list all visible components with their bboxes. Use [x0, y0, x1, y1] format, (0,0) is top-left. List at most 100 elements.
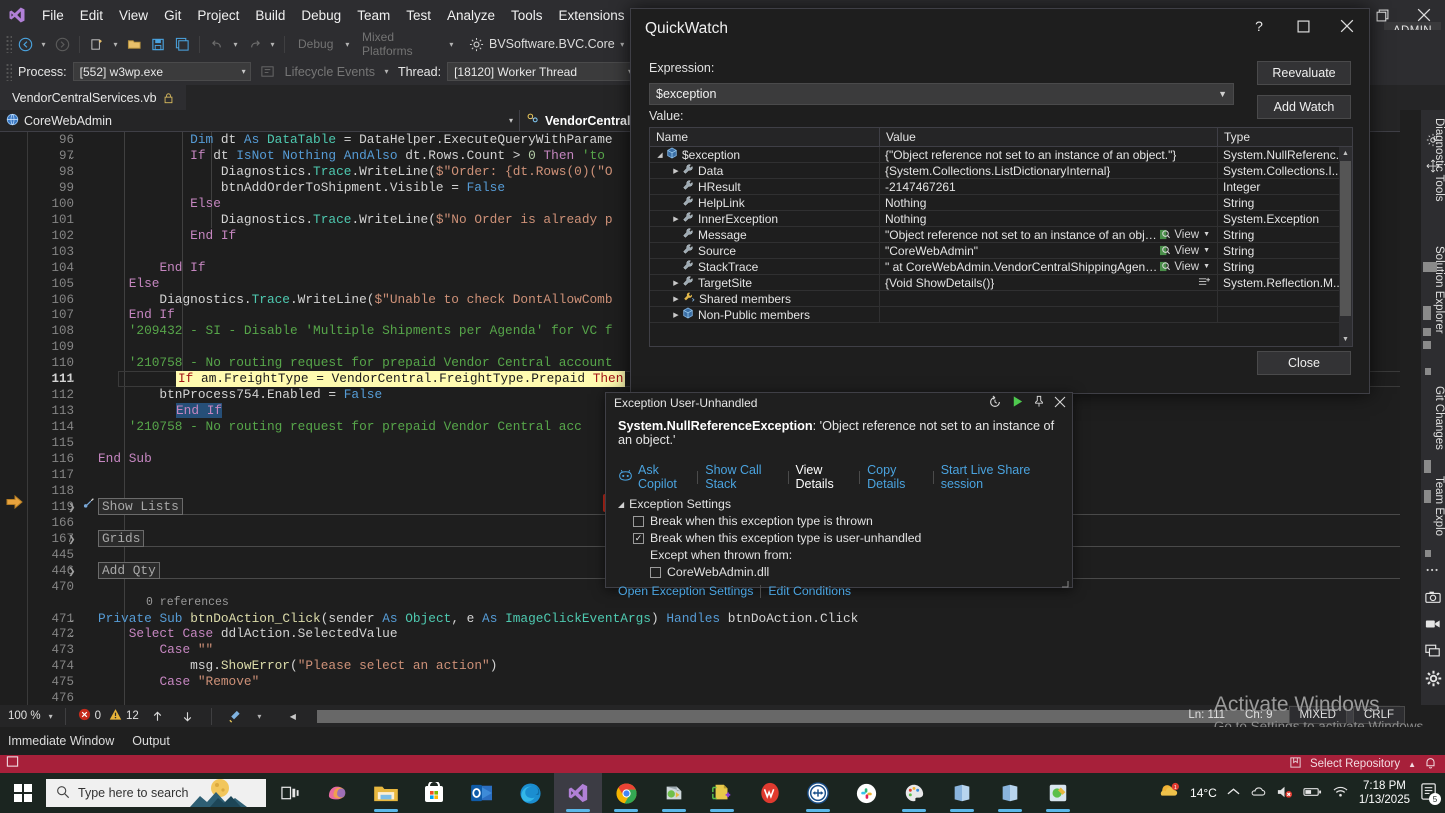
- quickwatch-maximize-icon[interactable]: [1281, 9, 1325, 43]
- grid-cell-name[interactable]: ▶Data: [650, 163, 880, 179]
- code-line[interactable]: msg.ShowError("Please select an action"): [98, 658, 497, 674]
- wifi-icon[interactable]: [1332, 785, 1349, 801]
- grid-cell-value[interactable]: {"Object reference not set to an instanc…: [880, 147, 1218, 163]
- exception-helper-popup[interactable]: Exception User-Unhandled System.NullRefe…: [605, 392, 1073, 588]
- startup-project-dropdown-icon[interactable]: ▾: [617, 40, 628, 49]
- taskbar-app-edge[interactable]: [506, 773, 554, 813]
- grid-row[interactable]: Source"CoreWebAdmin"View▼String: [650, 243, 1352, 259]
- grid-cell-value[interactable]: {System.Collections.ListDictionaryIntern…: [880, 163, 1218, 179]
- column-header-name[interactable]: Name: [650, 128, 880, 146]
- collapsed-region[interactable]: Show Lists: [98, 499, 183, 515]
- code-line[interactable]: Select Case ddlAction.SelectedValue: [98, 626, 398, 642]
- code-line[interactable]: Private Sub btnDoAction_Click(sender As …: [98, 611, 858, 627]
- column-header-value[interactable]: Value: [880, 128, 1218, 146]
- sound-muted-icon[interactable]: [1276, 785, 1293, 802]
- current-statement-line[interactable]: If am.FreightType = VendorCentral.Freigh…: [176, 371, 625, 387]
- back-dropdown-icon[interactable]: ▾: [38, 40, 49, 49]
- code-line[interactable]: Diagnostics.Trace.WriteLine($"Unable to …: [98, 292, 613, 308]
- code-cleanup-dropdown-icon[interactable]: ▾: [254, 712, 265, 721]
- checkbox-row-thrown[interactable]: Break when this exception type is thrown: [618, 514, 1060, 528]
- reevaluate-button[interactable]: Reevaluate: [1257, 61, 1351, 85]
- view-dropdown-icon[interactable]: ▼: [1203, 231, 1210, 238]
- menu-debug[interactable]: Debug: [293, 4, 349, 27]
- notification-center-icon[interactable]: 5: [1420, 782, 1439, 804]
- menu-view[interactable]: View: [111, 4, 156, 27]
- view-dropdown-icon[interactable]: ▼: [1203, 263, 1210, 270]
- code-line[interactable]: End Sub: [98, 451, 152, 467]
- taskbar-app-notepad-plus[interactable]: [698, 773, 746, 813]
- taskbar-app-wordpress[interactable]: [746, 773, 794, 813]
- new-project-icon[interactable]: [86, 33, 108, 55]
- eol-indicator[interactable]: CRLF: [1353, 706, 1405, 724]
- solution-configuration-combo[interactable]: Debug▾: [291, 34, 353, 54]
- grid-cell-type[interactable]: System.NullReferenc...: [1218, 147, 1340, 163]
- grid-body[interactable]: ◢$exception{"Object reference not set to…: [650, 147, 1352, 323]
- grid-row[interactable]: Message"Object reference not set to an i…: [650, 227, 1352, 243]
- grid-cell-value[interactable]: Nothing: [880, 195, 1218, 211]
- row-expander-icon[interactable]: ▶: [671, 295, 681, 303]
- process-combo[interactable]: [552] w3wp.exe▾: [73, 62, 251, 81]
- taskbar-app-blue-1[interactable]: [938, 773, 986, 813]
- code-line[interactable]: Case "": [98, 642, 213, 658]
- menu-edit[interactable]: Edit: [72, 4, 111, 27]
- code-line[interactable]: Diagnostics.Trace.WriteLine($"No Order i…: [98, 212, 613, 228]
- code-line[interactable]: End If: [98, 260, 206, 276]
- history-icon[interactable]: [988, 395, 1002, 412]
- bell-icon[interactable]: [1424, 756, 1437, 773]
- exception-close-icon[interactable]: [1054, 396, 1066, 411]
- fold-toggle-icon[interactable]: ⌄: [68, 629, 76, 640]
- expander-icon[interactable]: ◢: [618, 500, 624, 509]
- row-expander-icon[interactable]: ◢: [655, 151, 665, 159]
- toolbar-grip[interactable]: [6, 35, 12, 53]
- encoding-indicator[interactable]: MIXED: [1289, 706, 1347, 724]
- taskbar-app-chrome[interactable]: [602, 773, 650, 813]
- weather-icon[interactable]: 1: [1158, 782, 1180, 805]
- grid-cell-name[interactable]: HResult: [650, 179, 880, 195]
- grid-cell-value[interactable]: [880, 291, 1218, 307]
- quickwatch-dialog[interactable]: QuickWatch ? Expression: $exception ▼ Va…: [630, 8, 1370, 394]
- grid-cell-name[interactable]: ▶Shared members: [650, 291, 880, 307]
- taskbar-app-outlook[interactable]: [458, 773, 506, 813]
- grid-cell-type[interactable]: [1218, 291, 1340, 307]
- fold-toggle-icon[interactable]: ⌄: [68, 374, 76, 385]
- code-line[interactable]: Diagnostics.Trace.WriteLine($"Order: {dt…: [98, 164, 613, 180]
- checkbox-row-dll[interactable]: CoreWebAdmin.dll: [618, 565, 1060, 579]
- grid-cell-value[interactable]: "CoreWebAdmin"View▼: [880, 243, 1218, 259]
- prev-issue-icon[interactable]: [147, 705, 169, 727]
- solution-platform-combo[interactable]: Mixed Platforms▾: [355, 27, 463, 61]
- editor-hscroll-thumb[interactable]: [317, 710, 1317, 723]
- link-edit-conditions[interactable]: Edit Conditions: [761, 584, 858, 598]
- resize-grip-icon[interactable]: [1059, 575, 1069, 585]
- warning-count[interactable]: 12: [109, 708, 139, 724]
- grid-cell-type[interactable]: String: [1218, 227, 1340, 243]
- grid-cell-name[interactable]: Message: [650, 227, 880, 243]
- grid-row[interactable]: ▶Shared members: [650, 291, 1352, 307]
- select-repository-label[interactable]: Select Repository: [1310, 758, 1400, 770]
- grid-cell-type[interactable]: String: [1218, 243, 1340, 259]
- menu-extensions[interactable]: Extensions: [551, 4, 633, 27]
- overflow-dots-icon[interactable]: [1423, 558, 1443, 582]
- grid-cell-type[interactable]: String: [1218, 195, 1340, 211]
- menu-test[interactable]: Test: [398, 4, 439, 27]
- link-open-exception-settings[interactable]: Open Exception Settings: [618, 584, 760, 598]
- grid-cell-type[interactable]: System.Reflection.M...: [1218, 275, 1340, 291]
- windows-stack-icon[interactable]: [1423, 639, 1443, 663]
- new-dropdown-icon[interactable]: ▾: [110, 40, 121, 49]
- grid-scroll-down-icon[interactable]: ▼: [1339, 333, 1352, 346]
- next-issue-icon[interactable]: [177, 705, 199, 727]
- expression-input[interactable]: $exception ▼: [649, 83, 1234, 105]
- grid-row[interactable]: ▶Data{System.Collections.ListDictionaryI…: [650, 163, 1352, 179]
- grid-cell-value[interactable]: [880, 307, 1218, 323]
- taskbar-app-teamviewer[interactable]: [794, 773, 842, 813]
- settings-gear-icon[interactable]: [1423, 666, 1443, 690]
- menu-file[interactable]: File: [34, 4, 72, 27]
- fold-toggle-icon[interactable]: ❯: [68, 566, 76, 577]
- taskbar-app-slack[interactable]: [842, 773, 890, 813]
- hscroll-left-icon[interactable]: ◀: [285, 710, 301, 723]
- quickwatch-close-icon[interactable]: [1325, 9, 1369, 43]
- selected-code-line[interactable]: End If: [176, 403, 222, 419]
- code-line[interactable]: btnProcess754.Enabled = False: [98, 387, 382, 403]
- tool-tab-git-changes[interactable]: Git Changes: [1421, 378, 1445, 460]
- taskbar-app-green[interactable]: [1034, 773, 1082, 813]
- collapsed-region[interactable]: Add Qty: [98, 563, 160, 579]
